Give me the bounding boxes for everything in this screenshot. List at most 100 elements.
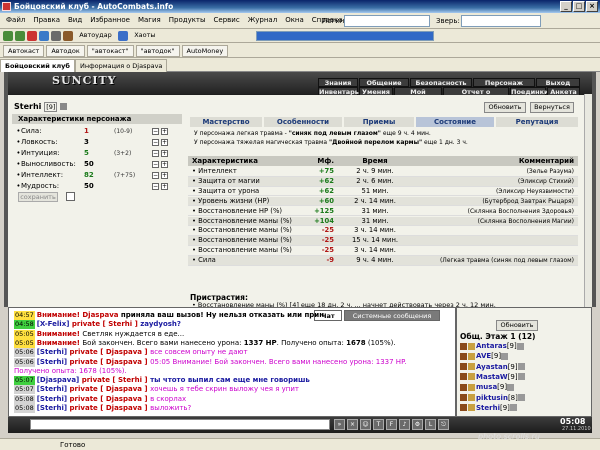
menu-edit[interactable]: Правка [29,13,64,24]
menu-journal[interactable]: Журнал [244,13,281,24]
minimize-button[interactable]: _ [560,1,572,12]
menu-windows[interactable]: Окна [281,13,308,24]
col-time: Время [362,157,388,165]
info-icon[interactable] [517,394,525,401]
page-scrollbar[interactable] [584,94,592,308]
tab-reputation[interactable]: Репутация [496,117,578,127]
tab-system-messages[interactable]: Системные сообщения [344,310,440,321]
align-icon [468,394,475,401]
menu-service[interactable]: Сервис [210,13,244,24]
chat-input[interactable] [30,419,330,430]
tab-state[interactable]: Состояние [416,117,494,127]
chat-line: 05:05 Внимание! Светляк нуждается в еде..… [14,329,184,339]
plus-icon[interactable]: + [161,161,168,168]
minus-icon[interactable]: − [152,161,159,168]
clear-icon[interactable]: × [347,419,358,430]
save-stats-button[interactable]: сохранить [18,192,58,202]
effect-comment: (Склянка Восполнения Здоровья) [467,207,574,215]
effect-name: • Восстановление маны (%) [192,246,292,255]
chat-text: [Sterhi] [36,404,70,412]
chat-text: private [ Djaspava ] [69,357,151,366]
back-icon[interactable] [3,31,13,41]
tab-features[interactable]: Особенности [264,117,342,127]
menu-products[interactable]: Продукты [165,13,210,24]
online-refresh-button[interactable]: Обновить [496,320,538,331]
nav-communication[interactable]: Общение [359,78,409,87]
minus-icon[interactable]: − [152,150,159,157]
smile-icon[interactable]: ☺ [360,419,371,430]
home-icon[interactable] [51,31,61,41]
tab-info[interactable]: Информация о Djaspava [74,59,168,72]
menu-view[interactable]: Вид [64,13,86,24]
plus-icon[interactable]: + [161,183,168,190]
chat-text: Внимание! [36,338,83,347]
minus-icon[interactable]: − [152,183,159,190]
clan-icon [460,394,467,401]
user-name[interactable]: piktusin [476,394,508,402]
refresh-icon[interactable] [39,31,49,41]
tab-techniques[interactable]: Приемы [344,117,414,127]
hauty-button[interactable]: Хаоты [131,30,158,42]
info-icon[interactable] [517,373,525,381]
online-user[interactable]: Sterhi[9] [460,403,518,414]
translit-icon[interactable]: T [373,419,384,430]
minus-icon[interactable]: − [152,128,159,135]
info-icon[interactable] [501,352,509,360]
minus-icon[interactable]: − [152,172,159,179]
link-autodoc[interactable]: Автодок [46,45,85,57]
sound-icon[interactable]: ♪ [399,419,410,430]
user-name[interactable]: Sterhi [476,404,500,412]
chat-text: [Sterhi] [36,357,70,366]
return-button[interactable]: Вернуться [530,102,574,113]
log-icon[interactable]: L [425,419,436,430]
tab-mastery[interactable]: Мастерство [190,117,262,127]
minus-icon[interactable]: − [152,139,159,146]
tab-fightclub[interactable]: Бойцовский клуб [0,59,75,72]
link-autocast-quoted[interactable]: "автокаст" [86,45,134,57]
menu-file[interactable]: Файл [2,13,29,24]
info-icon[interactable] [507,383,515,391]
plus-icon[interactable]: + [161,172,168,179]
chat-text: выложить? [150,404,192,412]
plus-icon[interactable]: + [161,139,168,146]
menu-magic[interactable]: Магия [134,13,165,24]
forward-icon[interactable] [15,31,25,41]
address-field[interactable] [256,31,434,41]
nav-knowledge[interactable]: Знания [318,78,358,87]
user-name[interactable]: MastaW [476,373,508,381]
user-name[interactable]: AVE [476,352,491,360]
user-name[interactable]: Antaras [476,342,507,350]
stat-value: 50 [84,182,94,190]
tool-icon[interactable] [63,31,73,41]
maximize-button[interactable]: □ [573,1,585,12]
link-autodoc-quoted[interactable]: "автодок" [135,45,180,57]
user-level: [9] [499,403,510,412]
user-name[interactable]: Ayastan [476,363,508,371]
user-name[interactable]: musa [476,383,497,391]
info-icon[interactable] [60,103,68,110]
refresh-button[interactable]: Обновить [484,102,526,113]
menu-favorites[interactable]: Избранное [86,13,134,24]
autoudar-button[interactable]: Автоудар [76,30,115,42]
info-icon[interactable] [516,342,524,350]
filter-icon[interactable]: F [386,419,397,430]
nav-security[interactable]: Безопасность [410,78,472,87]
link-automoney[interactable]: AutoMoney [181,45,229,57]
info-icon[interactable] [509,404,517,412]
send-icon[interactable]: » [334,419,345,430]
settings-icon[interactable]: ⚙ [412,419,423,430]
nav-exit[interactable]: Выход [536,78,580,87]
plus-icon[interactable]: + [161,150,168,157]
link-autocast[interactable]: Автокаст [3,45,45,57]
plus-icon[interactable]: + [161,128,168,135]
stats-header: Характеристики персонажа [12,114,182,124]
stop-icon[interactable] [27,31,37,41]
save-checkbox[interactable] [66,192,75,201]
info-icon[interactable] [517,363,525,371]
nav-character[interactable]: Персонаж [473,78,535,87]
beast-input[interactable] [461,15,541,27]
login-input[interactable] [344,15,430,27]
exit-icon[interactable]: ⎋ [438,419,449,430]
character-name[interactable]: Sterhi [14,102,41,111]
close-button[interactable]: × [586,1,598,12]
